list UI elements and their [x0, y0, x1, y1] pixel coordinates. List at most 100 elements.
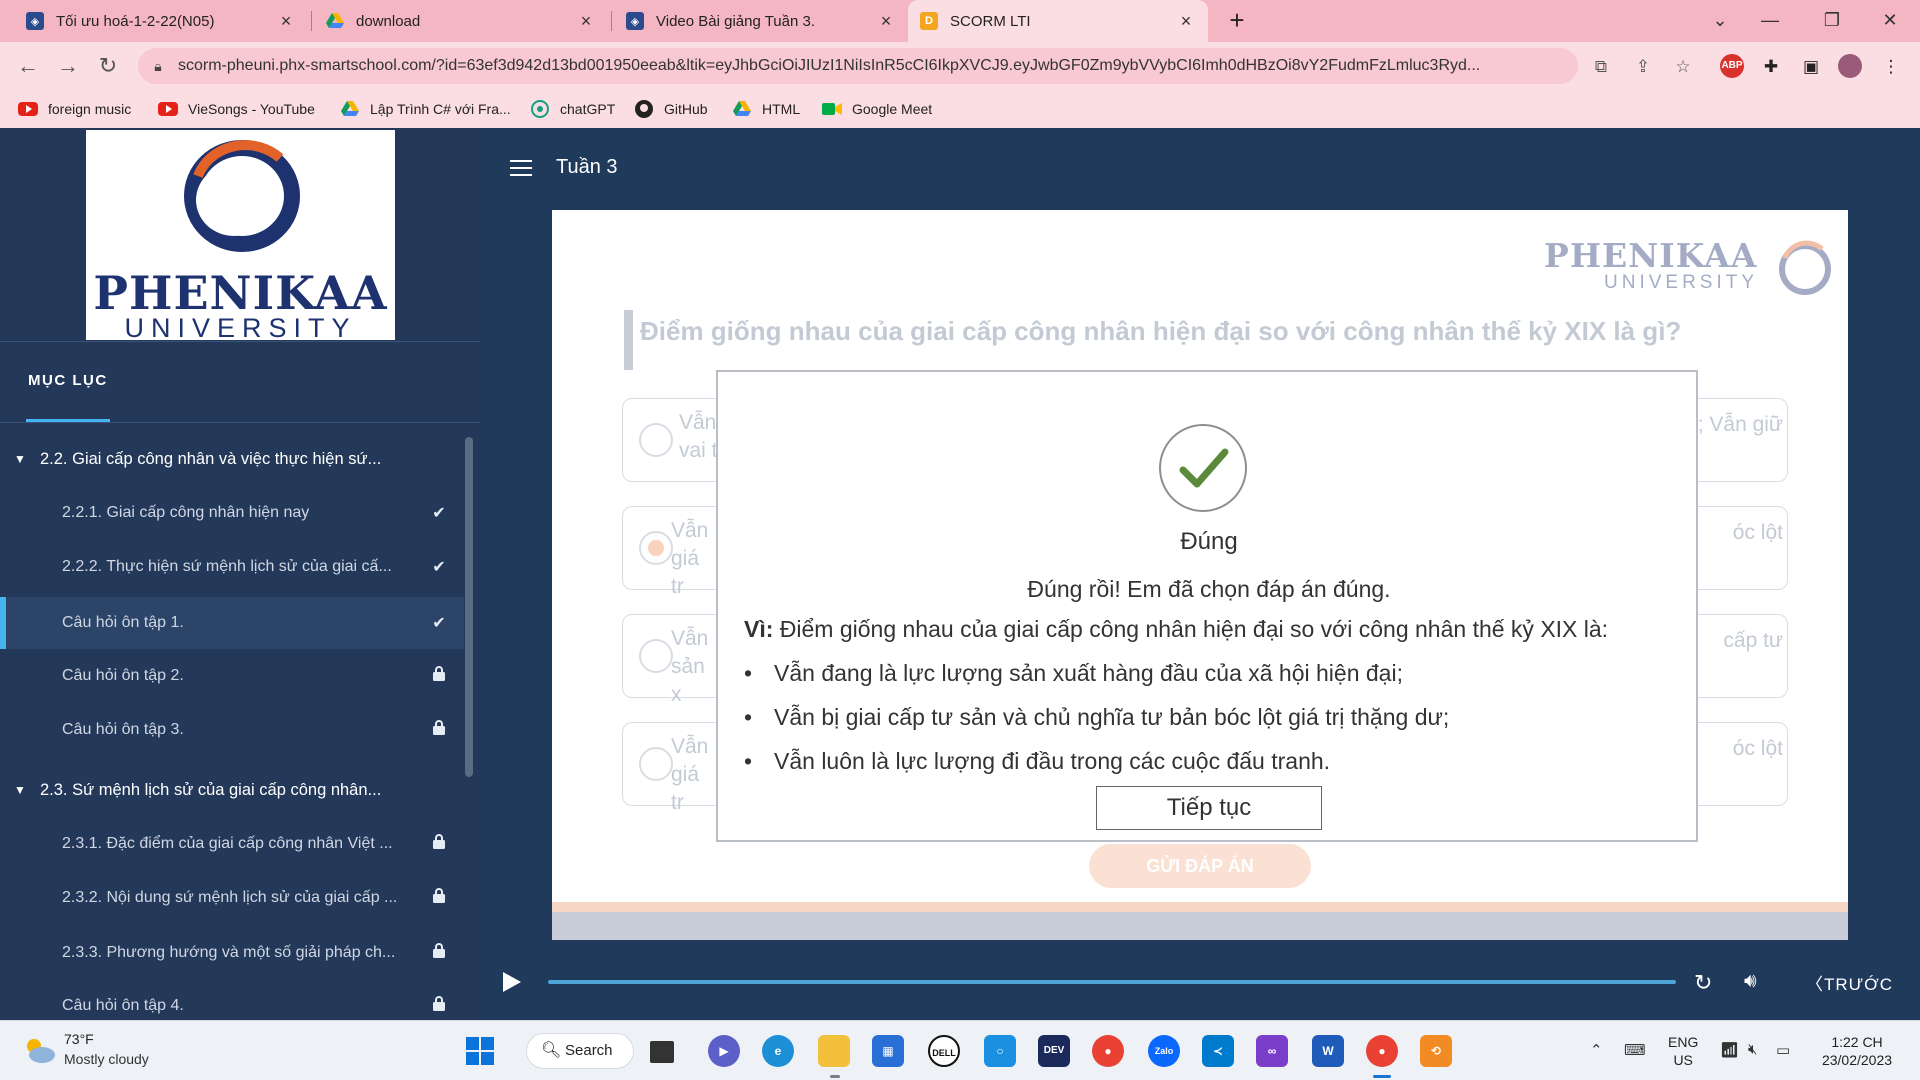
playback-progress-bar[interactable] [548, 980, 1676, 984]
input-language[interactable]: ENG US [1668, 1033, 1698, 1069]
radio-button[interactable] [639, 639, 673, 673]
toc-label: 2.3.1. Đặc điểm của giai cấp công nhân V… [62, 835, 393, 852]
toc-section-2-2[interactable]: ▼ 2.2. Giai cấp công nhân và việc thực h… [0, 433, 464, 485]
lock-icon [414, 888, 464, 908]
close-tab-icon[interactable]: × [576, 11, 596, 32]
tab-title: Video Bài giảng Tuần 3. [656, 12, 816, 30]
new-tab-button[interactable]: + [1222, 6, 1252, 36]
question-accent-bar [624, 310, 633, 370]
word-icon[interactable]: W [1312, 1035, 1344, 1067]
windows-start-icon[interactable] [464, 1035, 496, 1067]
submit-answer-button[interactable]: GỬI ĐÁP ÁN [1089, 844, 1311, 888]
dev-home-icon[interactable]: DEV [1038, 1035, 1070, 1067]
bookmark-google-meet[interactable]: Google Meet [822, 98, 932, 120]
show-hidden-icons-chevron-icon[interactable]: ⌃ [1590, 1041, 1603, 1059]
wifi-icon[interactable]: 📶︎ [1720, 1041, 1739, 1059]
radio-button[interactable] [639, 747, 673, 781]
github-icon [634, 100, 654, 118]
continue-button[interactable]: Tiếp tục [1096, 786, 1322, 830]
close-tab-icon[interactable]: × [1176, 11, 1196, 32]
feedback-bullet: • Vẫn bị giai cấp tư sản và chủ nghĩa tư … [744, 704, 1449, 731]
toc-label: 2.2.2. Thực hiện sứ mệnh lịch sử của gia… [62, 558, 392, 575]
more-menu-icon[interactable]: ⋮ [1880, 56, 1902, 78]
tab-divider [611, 11, 612, 31]
replay-icon[interactable]: ↻ [1694, 970, 1712, 996]
bookmark-github[interactable]: GitHub [634, 98, 708, 120]
close-tab-icon[interactable]: × [876, 11, 896, 32]
profile-avatar[interactable] [1838, 54, 1862, 78]
weather-temperature[interactable]: 73°F [64, 1031, 94, 1047]
edge-browser-icon[interactable]: e [762, 1035, 794, 1067]
menu-hamburger-icon[interactable] [510, 160, 534, 178]
toc-item-review-2[interactable]: Câu hỏi ôn tập 2. [0, 650, 464, 702]
toc-item-2-3-1[interactable]: 2.3.1. Đặc điểm của giai cấp công nhân V… [0, 818, 464, 870]
bookmark-chatgpt[interactable]: chatGPT [530, 98, 615, 120]
slide-phenikaa-logo: PHENIKAA UNIVERSITY [1544, 236, 1834, 300]
forward-button[interactable]: → [52, 50, 84, 82]
adblock-plus-icon[interactable]: ABP [1720, 54, 1744, 78]
vscode-icon[interactable]: ≺ [1202, 1035, 1234, 1067]
phenikaa-ring-icon [1779, 240, 1831, 295]
play-icon[interactable] [503, 972, 521, 992]
tab-toi-uu-hoa[interactable]: ◈ Tối ưu hoá-1-2-22(N05) × [14, 0, 308, 42]
option-text-left: Vẫn vai t [679, 411, 718, 462]
search-label: Search [565, 1042, 613, 1059]
chrome-profile-icon[interactable]: ● [1366, 1035, 1398, 1067]
close-window-button[interactable]: ✕ [1860, 0, 1920, 42]
bookmark-lap-trinh-c[interactable]: Lập Trình C# với Fra... [340, 98, 511, 120]
toc-item-2-3-2[interactable]: 2.3.2. Nội dung sứ mệnh lịch sử của giai… [0, 872, 464, 924]
toc-item-review-3[interactable]: Câu hỏi ôn tập 3. [0, 704, 464, 756]
toc-item-2-2-1[interactable]: 2.2.1. Giai cấp công nhân hiện nay ✔ [0, 487, 464, 539]
radio-button-selected[interactable] [639, 531, 673, 565]
close-tab-icon[interactable]: × [276, 11, 296, 32]
toc-item-2-3-3[interactable]: 2.3.3. Phương hướng và một số giải pháp … [0, 927, 464, 979]
system-clock[interactable]: 1:22 CH 23/02/2023 [1812, 1033, 1902, 1069]
bookmark-label: Lập Trình C# với Fra... [370, 101, 511, 117]
translate-icon[interactable]: ⧉ [1590, 56, 1612, 78]
bookmark-viesongs[interactable]: VieSongs - YouTube [158, 98, 315, 120]
url-text[interactable]: scorm-pheuni.phx-smartschool.com/?id=63e… [178, 57, 1578, 75]
bookmark-foreign-music[interactable]: foreign music [18, 98, 131, 120]
minimize-button[interactable]: — [1740, 0, 1800, 42]
reason-text: Điểm giống nhau của giai cấp công nhân h… [773, 616, 1609, 642]
extensions-puzzle-icon[interactable]: ✚ [1760, 56, 1782, 78]
reload-button[interactable]: ↻ [92, 50, 124, 82]
sidebar-scrollbar[interactable] [465, 437, 473, 777]
taskbar-search[interactable]: 🔍︎ Search [526, 1033, 634, 1069]
back-button[interactable]: ← [12, 50, 44, 82]
url-bar[interactable]: 🔒︎ scorm-pheuni.phx-smartschool.com/?id=… [138, 48, 1578, 84]
divider [0, 422, 480, 423]
bookmark-html[interactable]: HTML [732, 98, 800, 120]
toc-item-review-1[interactable]: Câu hỏi ôn tập 1. ✔ [0, 597, 464, 649]
lock-icon[interactable]: 🔒︎ [138, 58, 178, 75]
microsoft-store-icon[interactable]: ▦ [872, 1035, 904, 1067]
radio-button[interactable] [639, 423, 673, 457]
dell-icon[interactable]: DELL [928, 1035, 960, 1067]
bookmark-label: chatGPT [560, 101, 616, 117]
volume-icon[interactable]: 🔊︎ [1744, 970, 1757, 993]
toc-item-review-4[interactable]: Câu hỏi ôn tập 4. [0, 980, 464, 1020]
toc-item-2-2-2[interactable]: 2.2.2. Thực hiện sứ mệnh lịch sử của gia… [0, 541, 464, 593]
cortana-icon[interactable]: ○ [984, 1035, 1016, 1067]
keyboard-icon[interactable]: ⌨ [1624, 1041, 1646, 1059]
bookmark-star-icon[interactable]: ☆ [1672, 56, 1694, 78]
pdf-app-icon[interactable]: ⟲ [1420, 1035, 1452, 1067]
weather-summary[interactable]: Mostly cloudy [64, 1051, 149, 1067]
task-view-icon[interactable] [650, 1041, 674, 1063]
battery-icon[interactable]: ▭ [1776, 1041, 1790, 1059]
side-panel-icon[interactable]: ▣ [1800, 56, 1822, 78]
file-explorer-icon[interactable] [818, 1035, 850, 1067]
share-icon[interactable]: ⇪ [1632, 56, 1654, 78]
toc-section-2-3[interactable]: ▼ 2.3. Sứ mệnh lịch sử của giai cấp công… [0, 764, 464, 816]
chrome-icon[interactable]: ● [1092, 1035, 1124, 1067]
zalo-icon[interactable]: Zalo [1148, 1035, 1180, 1067]
tab-video-bai-giang[interactable]: ◈ Video Bài giảng Tuần 3. × [614, 0, 908, 42]
lock-icon [414, 834, 464, 854]
restore-button[interactable]: ❐ [1802, 0, 1862, 42]
muted-speaker-icon[interactable]: 🔇︎ [1748, 1041, 1757, 1058]
tab-scorm-lti[interactable]: D SCORM LTI × [908, 0, 1208, 42]
tab-download[interactable]: download × [314, 0, 608, 42]
visual-studio-icon[interactable]: ∞ [1256, 1035, 1288, 1067]
previous-button[interactable]: 〈TRƯỚC [1806, 970, 1893, 995]
teams-chat-icon[interactable]: ▶ [708, 1035, 740, 1067]
